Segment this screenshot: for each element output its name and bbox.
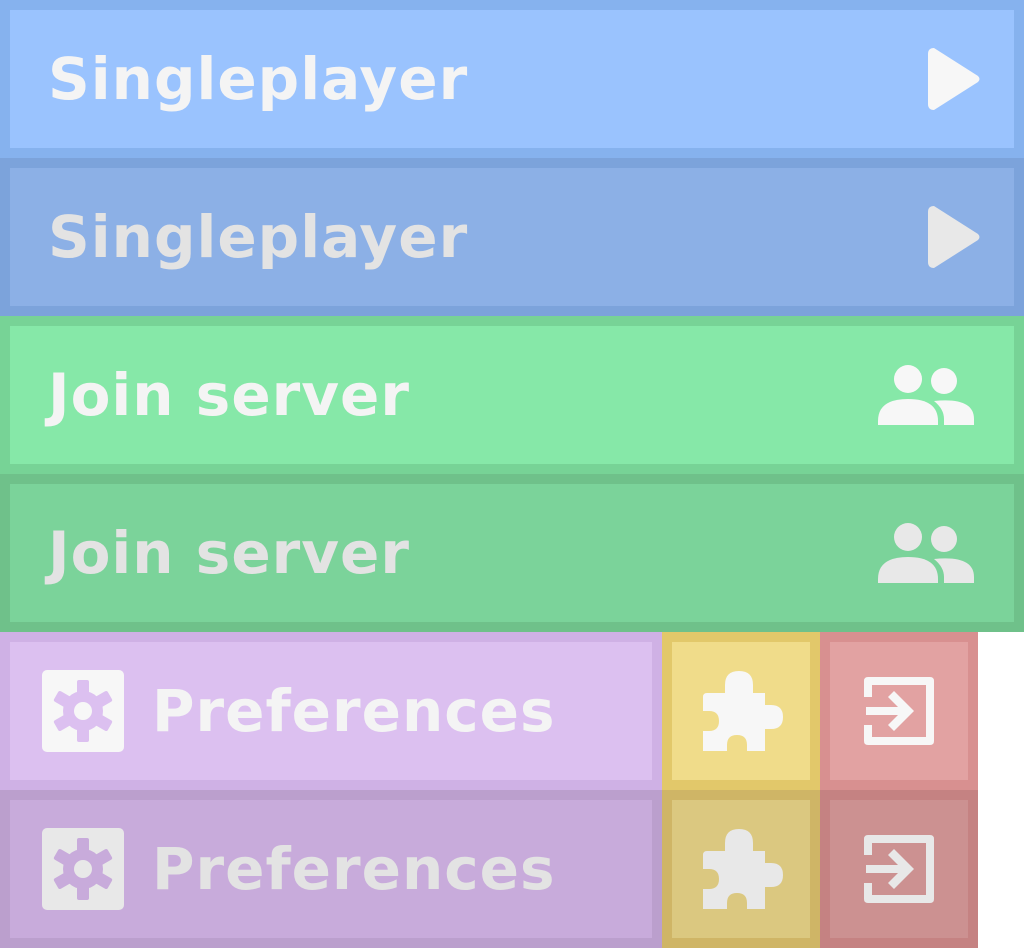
singleplayer-label: Singleplayer	[48, 45, 469, 113]
play-icon	[928, 48, 980, 110]
exit-icon	[864, 677, 934, 745]
preferences-button-hover[interactable]: Preferences	[0, 790, 662, 948]
exit-icon	[864, 835, 934, 903]
join-server-label: Join server	[48, 361, 411, 429]
join-server-label: Join server	[48, 519, 411, 587]
singleplayer-button[interactable]: Singleplayer	[0, 0, 1024, 158]
exit-button[interactable]	[820, 632, 978, 790]
puzzle-icon	[703, 671, 783, 751]
gear-icon	[42, 828, 124, 910]
singleplayer-button-hover[interactable]: Singleplayer	[0, 158, 1024, 316]
puzzle-icon	[703, 829, 783, 909]
gear-icon	[42, 670, 124, 752]
main-menu: Singleplayer Singleplayer Join server Jo…	[0, 0, 1024, 948]
exit-button-hover[interactable]	[820, 790, 978, 948]
mods-button-hover[interactable]	[662, 790, 820, 948]
preferences-button[interactable]: Preferences	[0, 632, 662, 790]
people-icon	[878, 523, 974, 583]
join-server-button[interactable]: Join server	[0, 316, 1024, 474]
play-icon	[928, 206, 980, 268]
join-server-button-hover[interactable]: Join server	[0, 474, 1024, 632]
preferences-label: Preferences	[152, 677, 556, 745]
singleplayer-label: Singleplayer	[48, 203, 469, 271]
people-icon	[878, 365, 974, 425]
mods-button[interactable]	[662, 632, 820, 790]
preferences-label: Preferences	[152, 835, 556, 903]
